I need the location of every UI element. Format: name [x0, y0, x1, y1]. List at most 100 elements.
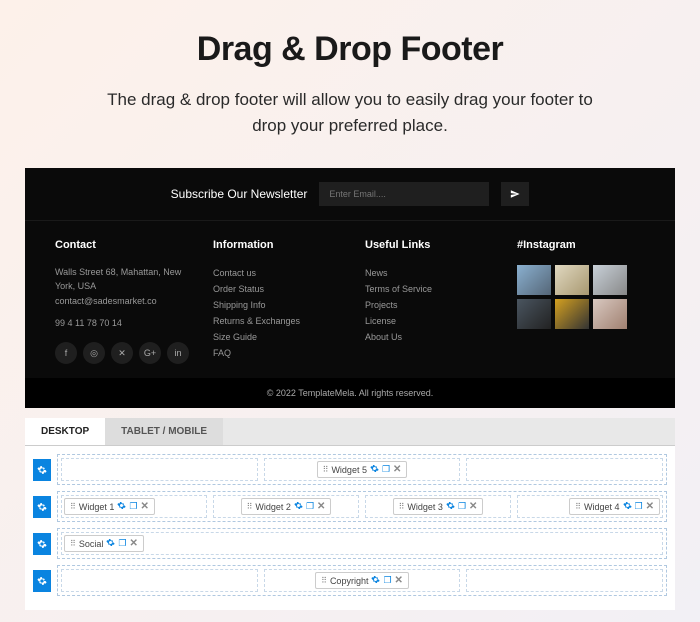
row-content[interactable]: ⠿ Social ❐ ✕ — [57, 528, 667, 559]
contact-address: Walls Street 68, Mahattan, New York, USA… — [55, 265, 189, 308]
newsletter-submit-button[interactable] — [501, 182, 529, 206]
builder-row: ⠿ Social ❐ ✕ — [33, 528, 667, 559]
widget-label: Social — [79, 539, 104, 549]
row-settings-button[interactable] — [33, 459, 51, 481]
row-settings-button[interactable] — [33, 496, 51, 518]
tab-desktop[interactable]: DESKTOP — [25, 418, 105, 445]
widget-label: Copyright — [330, 576, 369, 586]
information-item[interactable]: FAQ — [213, 345, 341, 361]
gear-icon[interactable] — [294, 501, 303, 512]
duplicate-icon[interactable]: ❐ — [118, 538, 126, 549]
row-settings-button[interactable] — [33, 533, 51, 555]
instagram-thumb[interactable] — [517, 299, 551, 329]
useful-item[interactable]: License — [365, 313, 493, 329]
widget-chip[interactable]: ⠿ Social ❐ ✕ — [64, 535, 144, 552]
gear-icon[interactable] — [446, 501, 455, 512]
row-content[interactable]: ⠿ Widget 1 ❐ ✕⠿ Widget 2 ❐ ✕⠿ Widget 3 ❐… — [57, 491, 667, 522]
drag-handle-icon[interactable]: ⠿ — [70, 502, 76, 511]
drag-handle-icon[interactable]: ⠿ — [321, 576, 327, 585]
builder-row: ⠿ Copyright ❐ ✕ — [33, 565, 667, 596]
facebook-icon[interactable]: f — [55, 342, 77, 364]
widget-chip[interactable]: ⠿ Widget 1 ❐ ✕ — [64, 498, 155, 515]
tab-tablet-mobile[interactable]: TABLET / MOBILE — [105, 418, 223, 445]
footer-copyright: © 2022 TemplateMela. All rights reserved… — [25, 378, 675, 408]
row-settings-button[interactable] — [33, 570, 51, 592]
row-content[interactable]: ⠿ Widget 5 ❐ ✕ — [57, 454, 667, 485]
drag-handle-icon[interactable]: ⠿ — [70, 539, 76, 548]
useful-item[interactable]: About Us — [365, 329, 493, 345]
gear-icon[interactable] — [370, 464, 379, 475]
drag-handle-icon[interactable]: ⠿ — [399, 502, 405, 511]
gear-icon[interactable] — [623, 501, 632, 512]
information-item[interactable]: Contact us — [213, 265, 341, 281]
widget-chip[interactable]: ⠿ Widget 2 ❐ ✕ — [241, 498, 332, 515]
builder-cell[interactable] — [466, 569, 663, 592]
drag-handle-icon[interactable]: ⠿ — [247, 502, 253, 511]
duplicate-icon[interactable]: ❐ — [306, 501, 314, 512]
useful-title: Useful Links — [365, 239, 493, 251]
instagram-title: #Instagram — [517, 239, 645, 251]
drag-handle-icon[interactable]: ⠿ — [323, 465, 329, 474]
widget-label: Widget 2 — [255, 502, 291, 512]
builder-cell[interactable]: ⠿ Widget 1 ❐ ✕ — [61, 495, 207, 518]
duplicate-icon[interactable]: ❐ — [129, 501, 137, 512]
close-icon[interactable]: ✕ — [317, 501, 325, 512]
builder-cell[interactable] — [61, 458, 258, 481]
widget-chip[interactable]: ⠿ Widget 5 ❐ ✕ — [317, 461, 408, 478]
information-item[interactable]: Size Guide — [213, 329, 341, 345]
information-item[interactable]: Returns & Exchanges — [213, 313, 341, 329]
duplicate-icon[interactable]: ❐ — [458, 501, 466, 512]
information-item[interactable]: Shipping Info — [213, 297, 341, 313]
useful-item[interactable]: Terms of Service — [365, 281, 493, 297]
row-content[interactable]: ⠿ Copyright ❐ ✕ — [57, 565, 667, 596]
drag-handle-icon[interactable]: ⠿ — [575, 502, 581, 511]
send-icon — [510, 189, 520, 199]
widget-label: Widget 1 — [79, 502, 115, 512]
close-icon[interactable]: ✕ — [129, 538, 137, 549]
builder-cell[interactable]: ⠿ Widget 2 ❐ ✕ — [213, 495, 359, 518]
close-icon[interactable]: ✕ — [469, 501, 477, 512]
builder-cell[interactable]: ⠿ Widget 3 ❐ ✕ — [365, 495, 511, 518]
close-icon[interactable]: ✕ — [395, 575, 403, 586]
builder-cell[interactable] — [61, 569, 258, 592]
information-list: Contact usOrder StatusShipping InfoRetur… — [213, 265, 341, 361]
builder-cell[interactable]: ⠿ Widget 5 ❐ ✕ — [264, 458, 461, 481]
footer-preview: Subscribe Our Newsletter Contact Walls S… — [25, 168, 675, 408]
builder-tabs: DESKTOPTABLET / MOBILE — [25, 418, 675, 446]
information-item[interactable]: Order Status — [213, 281, 341, 297]
builder-cell[interactable]: ⠿ Copyright ❐ ✕ — [264, 569, 461, 592]
instagram-thumb[interactable] — [593, 265, 627, 295]
footer-col-contact: Contact Walls Street 68, Mahattan, New Y… — [55, 239, 189, 364]
newsletter-bar: Subscribe Our Newsletter — [25, 168, 675, 221]
instagram-thumb[interactable] — [517, 265, 551, 295]
twitter-icon[interactable]: ✕ — [111, 342, 133, 364]
builder-cell[interactable]: ⠿ Widget 4 ❐ ✕ — [517, 495, 663, 518]
widget-chip[interactable]: ⠿ Widget 3 ❐ ✕ — [393, 498, 484, 515]
useful-item[interactable]: News — [365, 265, 493, 281]
duplicate-icon[interactable]: ❐ — [635, 501, 643, 512]
newsletter-email-input[interactable] — [319, 182, 489, 206]
footer-col-information: Information Contact usOrder StatusShippi… — [213, 239, 341, 364]
useful-list: NewsTerms of ServiceProjectsLicenseAbout… — [365, 265, 493, 345]
close-icon[interactable]: ✕ — [646, 501, 654, 512]
close-icon[interactable]: ✕ — [393, 464, 401, 475]
builder-cell[interactable]: ⠿ Social ❐ ✕ — [61, 532, 663, 555]
widget-chip[interactable]: ⠿ Copyright ❐ ✕ — [315, 572, 409, 589]
contact-title: Contact — [55, 239, 189, 251]
close-icon[interactable]: ✕ — [140, 501, 148, 512]
instagram-thumb[interactable] — [555, 265, 589, 295]
googleplus-icon[interactable]: G+ — [139, 342, 161, 364]
gear-icon[interactable] — [117, 501, 126, 512]
useful-item[interactable]: Projects — [365, 297, 493, 313]
instagram-thumb[interactable] — [555, 299, 589, 329]
instagram-thumb[interactable] — [593, 299, 627, 329]
instagram-grid — [517, 265, 627, 329]
instagram-icon[interactable]: ◎ — [83, 342, 105, 364]
gear-icon[interactable] — [371, 575, 380, 586]
gear-icon[interactable] — [106, 538, 115, 549]
widget-chip[interactable]: ⠿ Widget 4 ❐ ✕ — [569, 498, 660, 515]
builder-cell[interactable] — [466, 458, 663, 481]
linkedin-icon[interactable]: in — [167, 342, 189, 364]
duplicate-icon[interactable]: ❐ — [383, 575, 391, 586]
duplicate-icon[interactable]: ❐ — [382, 464, 390, 475]
